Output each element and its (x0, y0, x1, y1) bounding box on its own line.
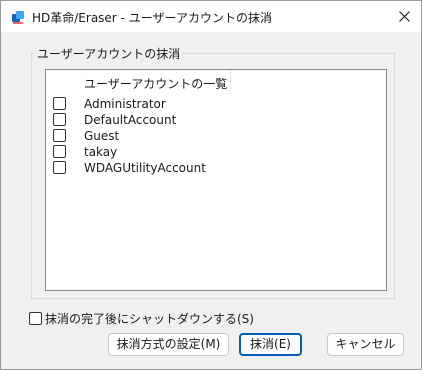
list-item-wdagutilityaccount[interactable]: WDAGUtilityAccount (46, 160, 386, 176)
close-icon (399, 11, 410, 22)
account-checkbox[interactable] (53, 97, 66, 110)
title-bar: HD革命/Eraser - ユーザーアカウントの抹消 (1, 1, 421, 32)
account-listview[interactable]: ユーザーアカウントの一覧 Administrator DefaultAccoun… (45, 69, 387, 291)
account-name: takay (84, 145, 118, 159)
erase-button[interactable]: 抹消(E) (239, 333, 302, 356)
column-header-label: ユーザーアカウントの一覧 (84, 77, 228, 91)
account-checkbox[interactable] (53, 129, 66, 142)
column-header-accounts[interactable]: ユーザーアカウントの一覧 (78, 70, 231, 94)
account-checkbox[interactable] (53, 145, 66, 158)
group-legend: ユーザーアカウントの抹消 (35, 45, 183, 62)
close-button[interactable] (387, 1, 421, 32)
account-name: WDAGUtilityAccount (84, 161, 206, 175)
account-name: DefaultAccount (84, 113, 177, 127)
account-checkbox[interactable] (53, 113, 66, 126)
erase-method-settings-button[interactable]: 抹消方式の設定(M) (108, 333, 229, 356)
window-title: HD革命/Eraser - ユーザーアカウントの抹消 (32, 11, 272, 25)
app-logo-icon (10, 9, 26, 25)
list-item-takay[interactable]: takay (46, 144, 386, 160)
dialog-window: HD革命/Eraser - ユーザーアカウントの抹消 ユーザーアカウントの抹消 … (0, 0, 422, 370)
account-checkbox[interactable] (53, 161, 66, 174)
shutdown-label: 抹消の完了後にシャットダウンする(S) (45, 312, 254, 326)
account-name: Guest (84, 129, 120, 143)
list-item-defaultaccount[interactable]: DefaultAccount (46, 112, 386, 128)
shutdown-checkbox[interactable] (29, 312, 42, 325)
list-item-administrator[interactable]: Administrator (46, 96, 386, 112)
account-name: Administrator (84, 97, 166, 111)
list-item-guest[interactable]: Guest (46, 128, 386, 144)
cancel-button[interactable]: キャンセル (327, 333, 404, 356)
